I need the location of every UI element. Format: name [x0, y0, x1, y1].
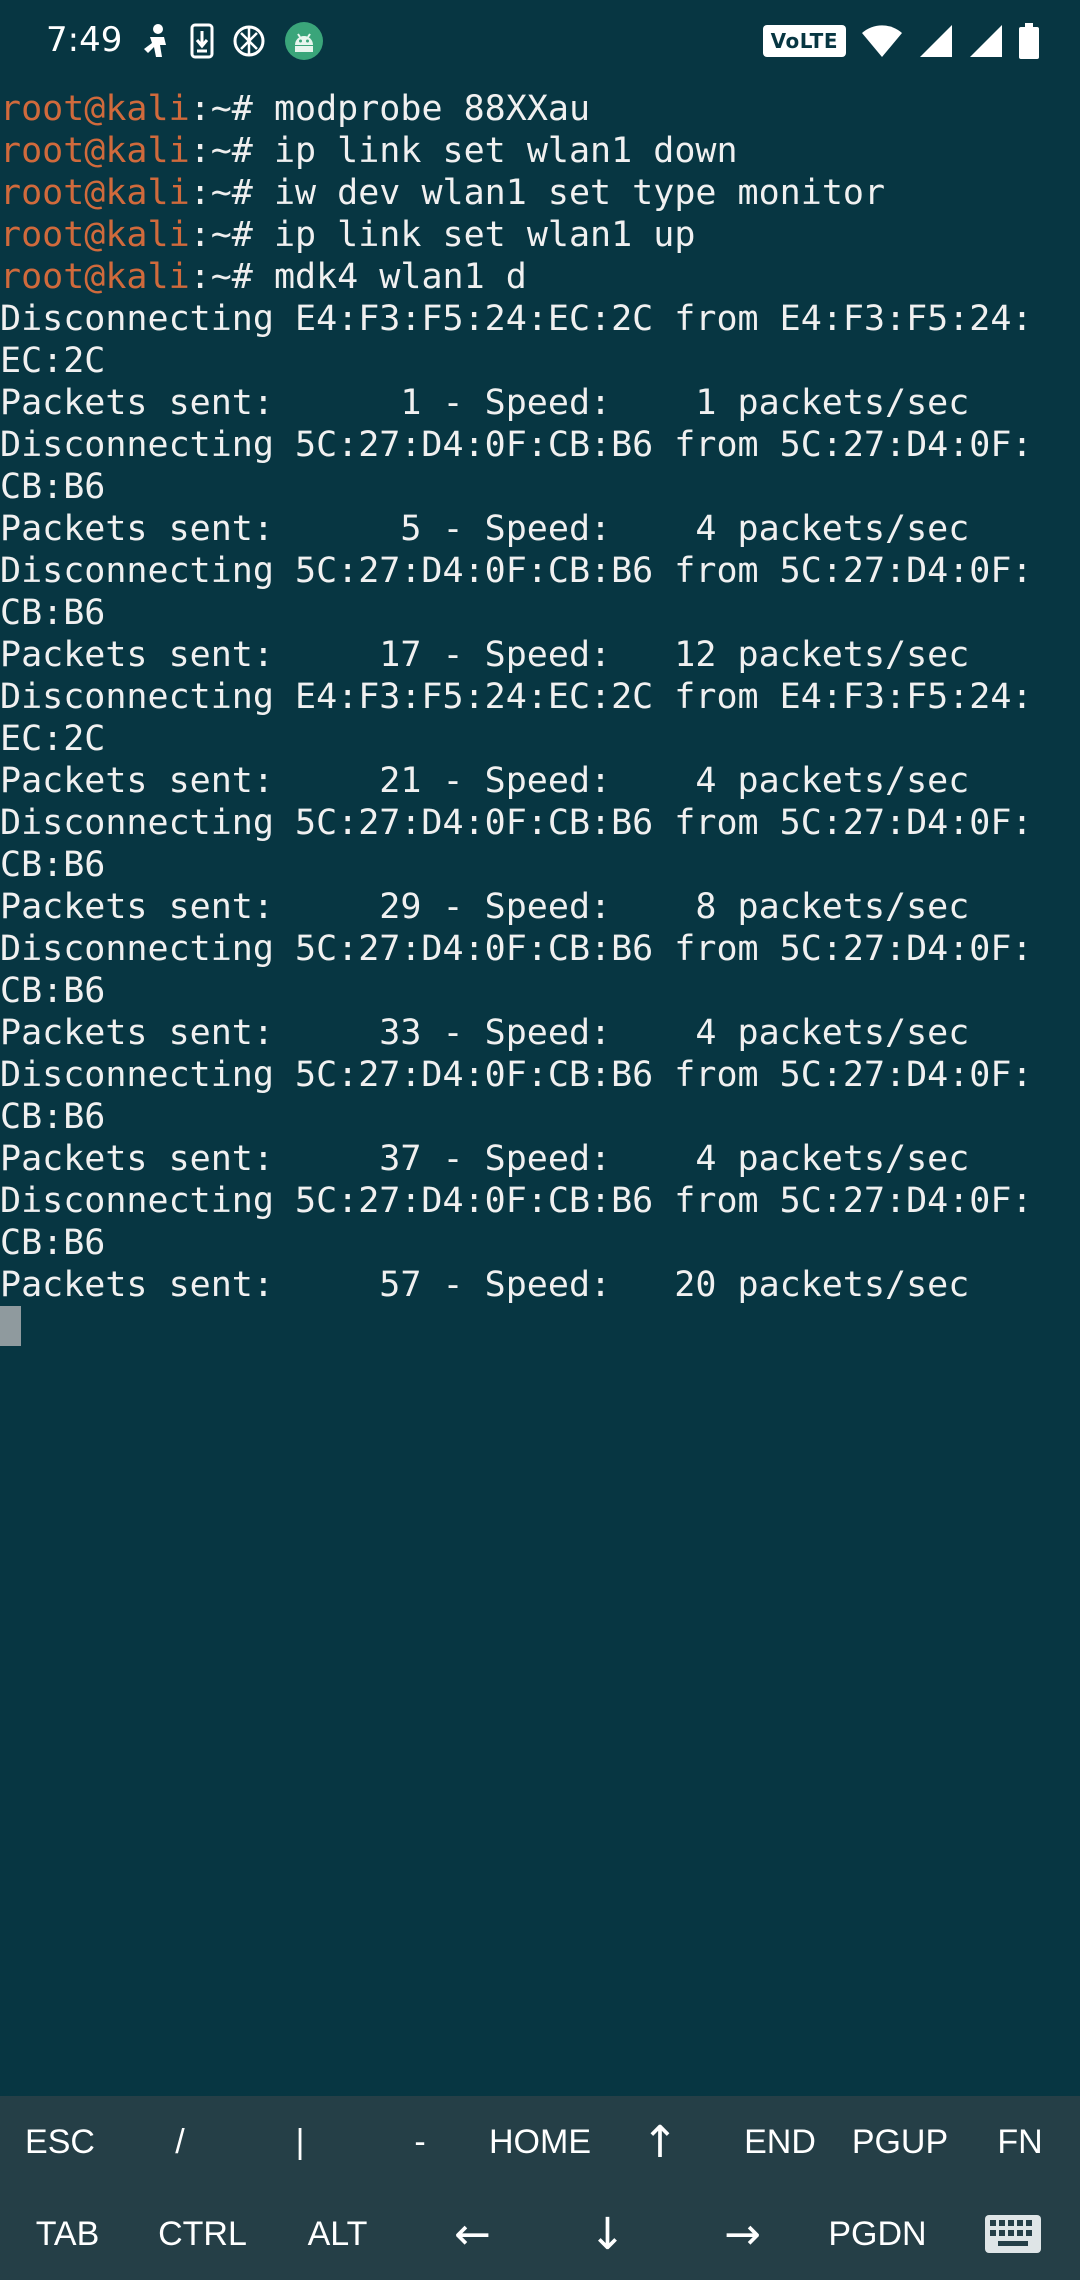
output-line: EC:2C: [0, 341, 106, 381]
key-esc[interactable]: ESC: [0, 2096, 120, 2188]
key-arrow-right[interactable]: →: [675, 2188, 810, 2280]
key-pgdn[interactable]: PGDN: [810, 2188, 945, 2280]
extra-keys-row-1: ESC / | - HOME ↑ END PGUP FN: [0, 2096, 1080, 2188]
output-line: CB:B6: [0, 1097, 106, 1137]
output-line: CB:B6: [0, 1223, 106, 1263]
output-line: Packets sent: 37 - Speed: 4 packets/sec: [0, 1139, 970, 1179]
signal-icon: [920, 25, 952, 57]
figure-icon: [144, 24, 166, 57]
key-arrow-up[interactable]: ↑: [600, 2096, 720, 2188]
output-line: Disconnecting E4:F3:F5:24:EC:2C from E4:…: [0, 299, 1033, 339]
command-text: iw dev wlan1 set type monitor: [273, 173, 886, 213]
key-pgup[interactable]: PGUP: [840, 2096, 960, 2188]
output-line: CB:B6: [0, 845, 106, 885]
keyboard-icon: [984, 2215, 1041, 2253]
status-time: 7:49: [46, 20, 123, 60]
prompt-user: root@kali: [0, 89, 190, 129]
output-line: Packets sent: 33 - Speed: 4 packets/sec: [0, 1013, 970, 1053]
command-line: root@kali:~# modprobe 88XXau: [0, 88, 1080, 130]
prompt-separator: :~#: [189, 215, 274, 255]
key-tab[interactable]: TAB: [0, 2188, 135, 2280]
prompt-user: root@kali: [0, 173, 190, 213]
aperture-icon: [233, 25, 265, 57]
battery-icon: [1019, 23, 1039, 59]
output-line: Packets sent: 5 - Speed: 4 packets/sec: [0, 509, 970, 549]
key-alt[interactable]: ALT: [270, 2188, 405, 2280]
status-bar: 7:49 VoLTE: [0, 0, 1080, 80]
output-line: Packets sent: 57 - Speed: 20 packets/sec: [0, 1265, 970, 1305]
output-line: Disconnecting 5C:27:D4:0F:CB:B6 from 5C:…: [0, 425, 1033, 465]
command-line: root@kali:~# ip link set wlan1 down: [0, 130, 1080, 172]
cursor-line: [0, 1306, 1080, 1348]
output-line: Disconnecting 5C:27:D4:0F:CB:B6 from 5C:…: [0, 929, 1033, 969]
output-line: Disconnecting 5C:27:D4:0F:CB:B6 from 5C:…: [0, 1055, 1033, 1095]
key-pipe[interactable]: |: [240, 2096, 360, 2188]
output-line: CB:B6: [0, 971, 106, 1011]
prompt-user: root@kali: [0, 257, 190, 297]
key-ctrl[interactable]: CTRL: [135, 2188, 270, 2280]
prompt-separator: :~#: [189, 257, 274, 297]
prompt-user: root@kali: [0, 215, 190, 255]
prompt-separator: :~#: [189, 131, 274, 171]
volte-badge: VoLTE: [762, 25, 846, 57]
output-line: Disconnecting 5C:27:D4:0F:CB:B6 from 5C:…: [0, 1181, 1033, 1221]
key-slash[interactable]: /: [120, 2096, 240, 2188]
notification-icons: [140, 20, 324, 62]
key-dash[interactable]: -: [360, 2096, 480, 2188]
key-fn[interactable]: FN: [960, 2096, 1080, 2188]
output-line: Packets sent: 17 - Speed: 12 packets/sec: [0, 635, 970, 675]
output-line: EC:2C: [0, 719, 106, 759]
system-icons: VoLTE: [762, 20, 1040, 62]
extra-keys-bar: ESC / | - HOME ↑ END PGUP FN TAB CTRL AL…: [0, 2096, 1080, 2280]
output-line: Packets sent: 29 - Speed: 8 packets/sec: [0, 887, 970, 927]
terminal-cursor: [0, 1306, 21, 1346]
command-text: ip link set wlan1 down: [273, 131, 738, 171]
extra-keys-row-2: TAB CTRL ALT ← ↓ → PGDN: [0, 2188, 1080, 2280]
android-icon: [285, 22, 323, 60]
key-home[interactable]: HOME: [480, 2096, 600, 2188]
output-line: CB:B6: [0, 593, 106, 633]
terminal-view[interactable]: root@kali:~# modprobe 88XXau root@kali:~…: [0, 88, 1080, 2084]
command-text: ip link set wlan1 up: [273, 215, 696, 255]
wifi-icon: [862, 25, 902, 57]
output-line: Disconnecting E4:F3:F5:24:EC:2C from E4:…: [0, 677, 1033, 717]
output-line: Disconnecting 5C:27:D4:0F:CB:B6 from 5C:…: [0, 803, 1033, 843]
output-line: Disconnecting 5C:27:D4:0F:CB:B6 from 5C:…: [0, 551, 1033, 591]
prompt-separator: :~#: [189, 173, 274, 213]
command-line: root@kali:~# ip link set wlan1 up: [0, 214, 1080, 256]
key-arrow-down[interactable]: ↓: [540, 2188, 675, 2280]
output-line: CB:B6: [0, 467, 106, 507]
key-arrow-left[interactable]: ←: [405, 2188, 540, 2280]
prompt-separator: :~#: [189, 89, 274, 129]
keyboard-toggle[interactable]: [945, 2188, 1080, 2280]
signal-icon: [970, 25, 1002, 57]
command-text: mdk4 wlan1 d: [273, 257, 527, 297]
key-end[interactable]: END: [720, 2096, 840, 2188]
command-line: root@kali:~# iw dev wlan1 set type monit…: [0, 172, 1080, 214]
prompt-user: root@kali: [0, 131, 190, 171]
command-line: root@kali:~# mdk4 wlan1 d: [0, 256, 1080, 298]
output-line: Packets sent: 1 - Speed: 1 packets/sec: [0, 383, 970, 423]
output-line: Packets sent: 21 - Speed: 4 packets/sec: [0, 761, 970, 801]
command-text: modprobe 88XXau: [273, 89, 591, 129]
download-icon: [190, 23, 214, 59]
